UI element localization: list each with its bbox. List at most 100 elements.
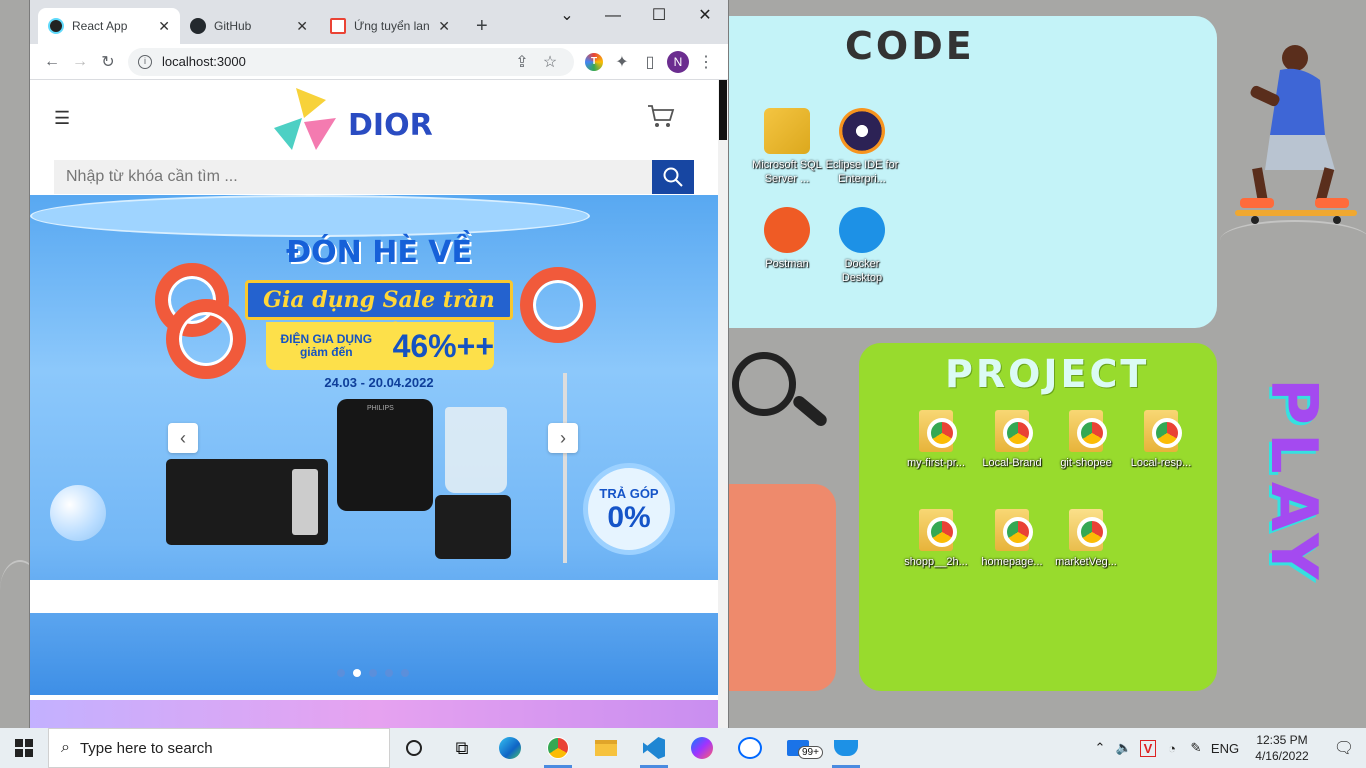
url-text[interactable]: localhost:3000 (162, 54, 508, 69)
close-icon[interactable]: ✕ (158, 18, 170, 35)
page-scrollbar[interactable] (718, 80, 728, 728)
slider-dot[interactable] (385, 669, 393, 677)
mail-badge: 99+ (798, 746, 823, 759)
chrome-html-file-icon (1144, 410, 1182, 452)
desktop-shortcut-label: Eclipse IDE for Enterpri... (825, 159, 899, 185)
garment-steamer-image (563, 373, 567, 563)
installment-badge: TRẢ GÓP 0% (583, 463, 675, 555)
forward-icon[interactable]: → (66, 48, 94, 76)
notification-icon[interactable]: 🗨 (1322, 738, 1366, 758)
profile-button[interactable]: N (664, 48, 692, 76)
slider-dot[interactable] (369, 669, 377, 677)
desktop-folder[interactable]: Local-resp... (1122, 410, 1200, 470)
wallpaper-wave (1220, 220, 1366, 260)
site-logo[interactable]: DIOR (274, 88, 434, 152)
speaker-icon[interactable]: 🔈 (1112, 740, 1136, 756)
cortana-icon[interactable] (390, 728, 438, 768)
maximize-icon[interactable]: ☐ (636, 4, 682, 28)
minimize-icon[interactable]: — (590, 4, 636, 28)
desktop-folder[interactable]: shopp__2h... (897, 509, 975, 569)
page-viewport: ☰ DIOR Nhập từ khóa cần tìm ... ĐÓN HÈ V… (30, 80, 718, 728)
close-window-icon[interactable]: ✕ (682, 4, 728, 28)
docker-icon[interactable] (822, 728, 870, 768)
search-bar (54, 160, 694, 194)
desktop-folder[interactable]: marketVeg... (1047, 509, 1125, 569)
start-button[interactable] (0, 728, 48, 768)
extensions-puzzle-icon[interactable]: ✦ (608, 48, 636, 76)
installment-value: 0% (607, 501, 651, 534)
hero-banner[interactable]: ĐÓN HÈ VỀ Gia dụng Sale tràn trề ĐIỆN GI… (30, 195, 718, 695)
chevron-up-icon[interactable]: ⌃ (1088, 740, 1112, 756)
cart-icon[interactable] (647, 104, 675, 128)
tab-title: GitHub (214, 19, 252, 33)
mail-icon[interactable]: 99+ (774, 728, 823, 768)
bookmark-star-icon[interactable]: ☆ (536, 48, 564, 76)
close-icon[interactable]: ✕ (438, 18, 450, 35)
slider-dot[interactable] (337, 669, 345, 677)
site-header: ☰ DIOR (30, 80, 718, 160)
slider-next-button[interactable]: › (548, 423, 578, 453)
search-input[interactable] (54, 160, 652, 194)
slider-dot[interactable] (353, 669, 361, 677)
vscode-icon[interactable] (630, 728, 678, 768)
new-tab-button[interactable]: + (466, 8, 498, 44)
scroll-thumb[interactable] (719, 80, 727, 140)
tab-title: React App (72, 19, 128, 33)
side-panel-icon[interactable]: ▯ (636, 48, 664, 76)
share-icon[interactable]: ⇪ (508, 48, 536, 76)
pen-icon[interactable]: ✎ (1184, 740, 1208, 756)
tab-search-icon[interactable]: ⌄ (544, 4, 590, 28)
back-icon[interactable]: ← (38, 48, 66, 76)
banner-headline: ĐÓN HÈ VỀ (286, 235, 472, 270)
logo-text: DIOR (348, 108, 433, 143)
banner-discount: ĐIỆN GIA DỤNG giảm đến 46%++ (266, 322, 494, 370)
logo-mark-icon (274, 88, 336, 150)
slider-dots (337, 669, 409, 677)
zalo-icon[interactable] (726, 728, 774, 768)
language-indicator[interactable]: ENG (1208, 741, 1242, 756)
tab-gmail[interactable]: Ứng tuyển lan ✕ (320, 8, 460, 44)
task-view-icon[interactable]: ⧉ (438, 728, 486, 768)
menu-kebab-icon[interactable]: ⋮ (692, 48, 720, 76)
clock[interactable]: 12:35 PM 4/16/2022 (1242, 732, 1322, 764)
desktop-shortcut-eclipse[interactable]: Eclipse IDE for Enterpri... (823, 108, 901, 186)
search-button[interactable] (652, 160, 694, 194)
secondary-banner[interactable] (30, 700, 718, 728)
desktop-folder[interactable]: my-first-pr... (897, 410, 975, 470)
banner-sale-title: Gia dụng Sale tràn trề (245, 280, 513, 347)
edge-icon[interactable] (486, 728, 534, 768)
slider-prev-button[interactable]: ‹ (168, 423, 198, 453)
desktop-folder[interactable]: Local-Brand (973, 410, 1051, 470)
desktop-shortcut-sql-server[interactable]: Microsoft SQL Server ... (748, 108, 826, 186)
tab-react-app[interactable]: React App ✕ (38, 8, 180, 44)
antivirus-icon[interactable]: V (1140, 739, 1156, 757)
extension-t-icon[interactable]: T (580, 48, 608, 76)
taskbar-search-box[interactable]: ⌕ Type here to search (48, 728, 390, 768)
desktop-folder[interactable]: homepage... (973, 509, 1051, 569)
search-icon (663, 167, 683, 187)
reload-icon[interactable]: ↻ (94, 48, 122, 76)
site-info-icon[interactable]: i (138, 54, 152, 69)
slider-dot[interactable] (401, 669, 409, 677)
docker-icon (839, 207, 885, 253)
desktop-folder-label: homepage... (981, 556, 1043, 568)
messenger-icon[interactable] (678, 728, 726, 768)
magnifier-icon (732, 352, 796, 416)
wifi-icon[interactable]: ◔ (1160, 741, 1184, 756)
desktop-shortcut-postman[interactable]: Postman (748, 207, 826, 271)
project-panel-title: PROJECT (945, 352, 1150, 396)
search-icon: ⌕ (61, 739, 70, 756)
address-bar[interactable]: i localhost:3000 ⇪ ☆ (128, 47, 574, 76)
desktop-folder[interactable]: git-shopee (1047, 410, 1125, 470)
sql-server-icon (764, 108, 810, 154)
airfryer-brand: PHILIPS (367, 405, 394, 412)
tab-github[interactable]: GitHub ✕ (180, 8, 318, 44)
microwave-image (166, 459, 328, 545)
close-icon[interactable]: ✕ (296, 18, 308, 35)
desktop-shortcut-docker[interactable]: Docker Desktop (823, 207, 901, 285)
folder-icon (1069, 509, 1107, 551)
hamburger-menu-icon[interactable]: ☰ (54, 108, 70, 129)
chrome-icon[interactable] (534, 728, 582, 768)
file-explorer-icon[interactable] (582, 728, 630, 768)
chrome-html-file-icon (919, 509, 957, 551)
